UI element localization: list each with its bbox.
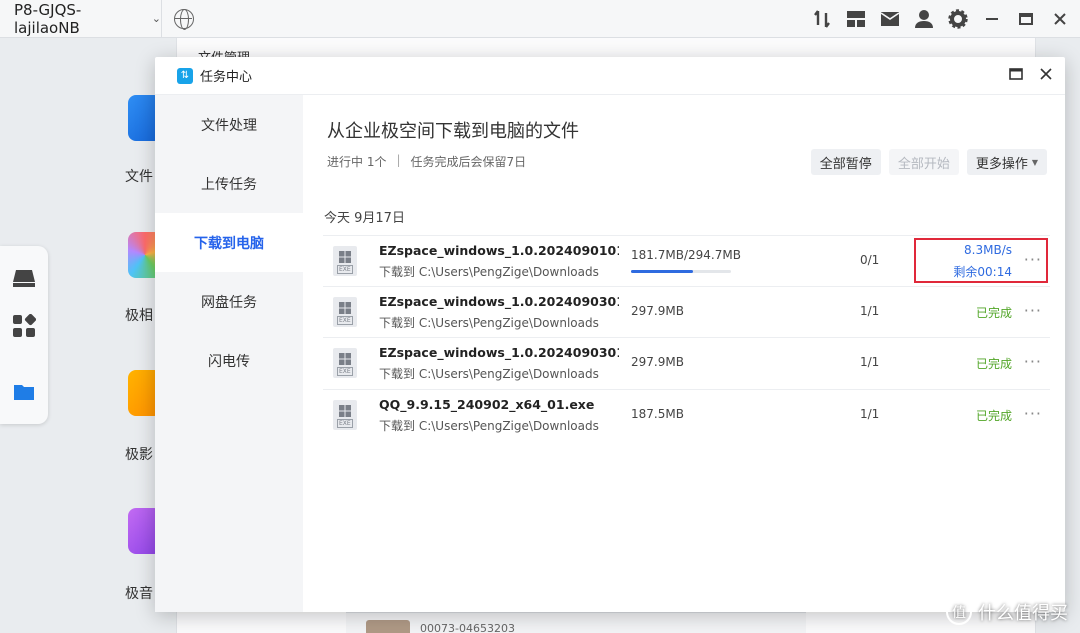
exe-file-icon: EXE <box>333 296 357 327</box>
app-label: 文件 <box>125 169 153 185</box>
task-center-logo-icon: ⇅ <box>177 67 193 84</box>
file-count: 1/1 <box>860 406 880 421</box>
file-count: 1/1 <box>860 355 880 369</box>
background-item-text: 00073-04653203 <box>420 622 515 633</box>
apps-grid-icon[interactable] <box>12 313 37 338</box>
file-size: 187.5MB <box>631 406 684 421</box>
file-size: 297.9MB <box>631 355 684 369</box>
status-completed: 已完成 <box>975 408 1012 423</box>
watermark-logo-icon: 值 <box>946 599 972 625</box>
close-icon[interactable] <box>1039 67 1053 85</box>
progress-fill <box>631 270 693 273</box>
download-progress-bar <box>631 270 731 273</box>
main-panel: 从企业极空间下载到电脑的文件 进行中 1个 | 任务完成后会保留7日 全部暂停 … <box>303 95 1065 612</box>
file-count: 1/1 <box>860 303 880 318</box>
transfer-icon[interactable] <box>812 9 832 29</box>
file-badge: EXE <box>337 315 353 325</box>
file-name: EZspace_windows_1.0.2024090101_09... <box>379 243 619 258</box>
sidebar-item-file-processing[interactable]: 文件处理 <box>155 95 303 154</box>
file-badge: EXE <box>337 265 353 274</box>
folder-icon[interactable] <box>12 380 36 404</box>
file-badge: EXE <box>337 367 353 376</box>
device-selector[interactable]: P8-GJQS-lajilaoNB ⌄ <box>0 0 162 38</box>
window-titlebar: ⇅ 任务中心 <box>155 57 1065 95</box>
status-completed: 已完成 <box>975 357 1012 371</box>
maximize-icon[interactable] <box>1009 67 1023 85</box>
task-sidebar: 文件处理 上传任务 下载到电脑 网盘任务 闪电传 <box>155 95 303 612</box>
window-title: 任务中心 <box>200 70 253 85</box>
task-center-window: ⇅ 任务中心 文件处理 上传任务 下载到电脑 网盘任务 闪电传 从企业极空间下载… <box>155 57 1065 612</box>
more-options-icon[interactable]: ··· <box>1024 404 1042 423</box>
gear-icon[interactable] <box>948 9 968 29</box>
more-actions-label: 更多操作 <box>975 156 1028 172</box>
app-label: 极音 <box>125 586 153 602</box>
exe-file-icon: EXE <box>333 348 357 378</box>
sidebar-item-upload-tasks[interactable]: 上传任务 <box>155 154 303 213</box>
exe-file-icon: EXE <box>333 399 357 430</box>
user-icon[interactable] <box>914 9 934 29</box>
watermark: 值 什么值得买 <box>946 599 1068 625</box>
task-row[interactable]: EXE QQ_9.9.15_240902_x64_01.exe 下载到 C:\U… <box>323 390 1050 442</box>
file-path: 下载到 C:\Users\PengZige\Downloads <box>379 367 599 381</box>
close-icon[interactable] <box>1050 9 1070 29</box>
file-count: 0/1 <box>860 253 880 267</box>
task-list: EXE EZspace_windows_1.0.2024090101_09...… <box>323 235 1050 441</box>
drive-icon[interactable] <box>12 266 36 290</box>
background-list-strip <box>346 612 806 633</box>
task-row[interactable]: EXE EZspace_windows_1.0.2024090301_09...… <box>323 338 1050 390</box>
separator: | <box>396 153 401 167</box>
file-path: 下载到 C:\Users\PengZige\Downloads <box>379 315 599 330</box>
mail-icon[interactable] <box>880 9 900 29</box>
left-dock <box>0 246 48 424</box>
in-progress-count: 进行中 1个 <box>327 155 387 169</box>
top-bar: P8-GJQS-lajilaoNB ⌄ <box>0 0 1080 38</box>
time-remaining: 剩余00:14 <box>953 265 1012 279</box>
maximize-icon[interactable] <box>1016 9 1036 29</box>
task-row[interactable]: EXE EZspace_windows_1.0.2024090101_09...… <box>323 235 1050 287</box>
date-group-header: 今天 9月17日 <box>324 211 405 226</box>
more-options-icon[interactable]: ··· <box>1024 352 1042 371</box>
start-all-button[interactable]: 全部开始 <box>888 149 959 175</box>
device-name: P8-GJQS-lajilaoNB <box>14 0 82 37</box>
app-label: 极影 <box>125 447 153 463</box>
chevron-down-icon: ⌄ <box>151 12 161 25</box>
download-speed: 8.3MB/s <box>964 243 1012 257</box>
layout-icon[interactable] <box>846 9 866 29</box>
watermark-text: 什么值得买 <box>978 603 1068 624</box>
file-name: EZspace_windows_1.0.2024090301_09... <box>379 345 619 360</box>
pause-all-button[interactable]: 全部暂停 <box>810 149 881 175</box>
exe-file-icon: EXE <box>333 246 357 276</box>
sidebar-item-download-to-pc[interactable]: 下载到电脑 <box>155 213 303 272</box>
file-path: 下载到 C:\Users\PengZige\Downloads <box>379 265 599 279</box>
retention-note: 任务完成后会保留7日 <box>410 155 527 169</box>
page-title: 从企业极空间下载到电脑的文件 <box>327 121 579 142</box>
file-path: 下载到 C:\Users\PengZige\Downloads <box>379 418 599 433</box>
more-actions-button[interactable]: 更多操作 ▼ <box>966 149 1047 175</box>
file-size: 297.9MB <box>631 303 684 318</box>
sidebar-item-cloud-tasks[interactable]: 网盘任务 <box>155 272 303 331</box>
sidebar-item-flash-transfer[interactable]: 闪电传 <box>155 331 303 390</box>
status-completed: 已完成 <box>975 305 1012 320</box>
file-name: EZspace_windows_1.0.2024090301_09... <box>379 293 619 309</box>
file-badge: EXE <box>337 418 353 428</box>
minimize-icon[interactable] <box>982 9 1002 29</box>
app-label: 极相 <box>125 308 153 324</box>
thumbnail-image <box>366 620 410 633</box>
more-options-icon[interactable]: ··· <box>1024 250 1042 269</box>
more-options-icon[interactable]: ··· <box>1024 301 1042 320</box>
caret-down-icon: ▼ <box>1031 157 1038 167</box>
file-name: QQ_9.9.15_240902_x64_01.exe <box>379 396 595 412</box>
globe-icon[interactable] <box>174 8 194 30</box>
task-row[interactable]: EXE EZspace_windows_1.0.2024090301_09...… <box>323 287 1050 338</box>
file-size: 181.7MB/294.7MB <box>631 248 741 262</box>
task-summary: 进行中 1个 | 任务完成后会保留7日 <box>327 153 526 170</box>
